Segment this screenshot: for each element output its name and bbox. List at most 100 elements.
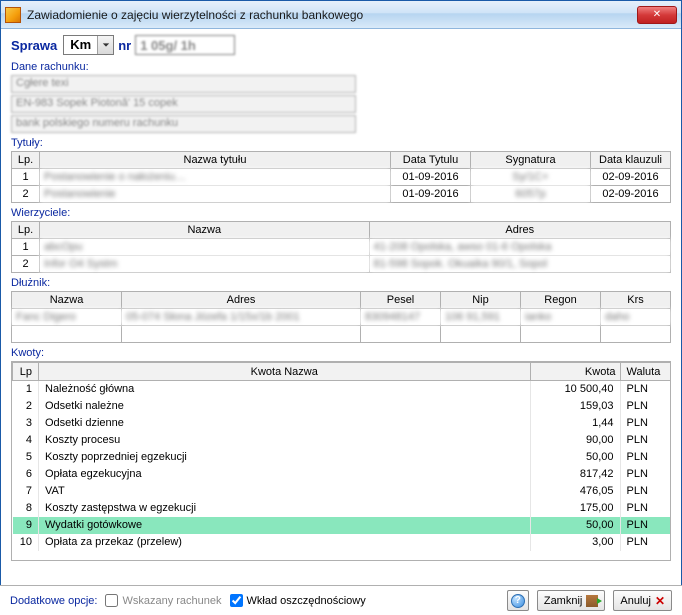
case-label: Sprawa [11, 38, 57, 53]
table-row[interactable]: 5Koszty poprzedniej egzekucji50,00PLN [13, 449, 671, 466]
cancel-button[interactable]: Anuluj ✕ [613, 590, 672, 611]
th-adres: Adres [369, 222, 671, 239]
cell-krs: daho [601, 309, 671, 326]
cell-nazwa: Wydatki gotówkowe [39, 517, 531, 534]
cell-waluta: PLN [620, 398, 670, 415]
footer-bar: Dodatkowe opcje: Wskazany rachunek Wkład… [0, 585, 682, 615]
table-row[interactable]: 1abcOpu41-208 Opolska, awso 01-6 Opolska [12, 239, 671, 256]
cancel-icon: ✕ [655, 594, 665, 608]
debtor-table[interactable]: Nazwa Adres Pesel Nip Regon Krs Fanc Dig… [11, 291, 671, 343]
cell-lp: 7 [13, 483, 39, 500]
cell-waluta: PLN [620, 432, 670, 449]
debtor-section-label: Dłużnik: [11, 277, 671, 289]
checkbox-label: Wskazany rachunek [122, 595, 221, 607]
cell-waluta: PLN [620, 500, 670, 517]
cell-kwota: 3,00 [530, 534, 620, 551]
titlebar: Zawiadomienie o zajęciu wierzytelności z… [1, 1, 681, 29]
amounts-table[interactable]: Lp Kwota Nazwa Kwota Waluta 1Należność g… [12, 362, 670, 551]
cell-nip: 106 91,591 [441, 309, 521, 326]
table-row[interactable]: 2Postanowienie01-09-20166057p02-09-2016 [12, 186, 671, 203]
cell-nazwa: Koszty poprzedniej egzekucji [39, 449, 531, 466]
cell-nazwa: Koszty procesu [39, 432, 531, 449]
cell-lp: 8 [13, 500, 39, 517]
table-row[interactable]: 2Odsetki należne159,03PLN [13, 398, 671, 415]
th-nazwa: Nazwa [12, 292, 122, 309]
account-section-label: Dane rachunku: [11, 61, 671, 73]
opt-wklad-oszczednosciowy[interactable]: Wkład oszczędnościowy [230, 594, 366, 607]
cell-data-klauzuli: 02-09-2016 [591, 186, 671, 203]
cell-nazwa: Fanc Digero [12, 309, 122, 326]
case-type-value: Km [64, 36, 97, 54]
cell-waluta: PLN [620, 483, 670, 500]
cell-lp: 2 [13, 398, 39, 415]
cell-pesel: 830948147 [361, 309, 441, 326]
button-label: Zamknij [544, 595, 583, 607]
creditors-section-label: Wierzyciele: [11, 207, 671, 219]
cell-adres: 05-074 Słona Józefa 1/15x/1b 2001 [122, 309, 361, 326]
th-kwota-nazwa: Kwota Nazwa [39, 363, 531, 381]
case-type-combo[interactable]: Km [63, 35, 114, 55]
table-row[interactable]: 1Należność główna10 500,40PLN [13, 381, 671, 398]
cell-nazwa: Infor O4 Systm [40, 256, 370, 273]
cell-nazwa: Odsetki dzienne [39, 415, 531, 432]
cell-data-tytulu: 01-09-2016 [391, 169, 471, 186]
th-kwota: Kwota [530, 363, 620, 381]
th-nip: Nip [441, 292, 521, 309]
cell-nazwa: Postanowienie o nałożeniu… [40, 169, 391, 186]
amounts-section-label: Kwoty: [11, 347, 671, 359]
window-close-button[interactable]: ✕ [637, 6, 677, 24]
creditors-table[interactable]: Lp. Nazwa Adres 1abcOpu41-208 Opolska, a… [11, 221, 671, 273]
th-nazwa-tytulu: Nazwa tytułu [40, 152, 391, 169]
th-krs: Krs [601, 292, 671, 309]
table-row[interactable]: 4Koszty procesu90,00PLN [13, 432, 671, 449]
th-regon: Regon [521, 292, 601, 309]
checkbox[interactable] [105, 594, 118, 607]
cell-kwota: 175,00 [530, 500, 620, 517]
cell-nazwa: Koszty zastępstwa w egzekucji [39, 500, 531, 517]
opt-wskazany-rachunek[interactable]: Wskazany rachunek [105, 594, 221, 607]
cell-data-klauzuli: 02-09-2016 [591, 169, 671, 186]
table-row[interactable]: 2Infor O4 Systm81-598 Sopok. Okuaika 90/… [12, 256, 671, 273]
cell-nazwa: Odsetki należne [39, 398, 531, 415]
door-exit-icon [586, 595, 598, 607]
table-row[interactable]: 6Opłata egzekucyjna817,42PLN [13, 466, 671, 483]
cell-nazwa: abcOpu [40, 239, 370, 256]
table-row[interactable]: 9Wydatki gotówkowe50,00PLN [13, 517, 671, 534]
window-title: Zawiadomienie o zajęciu wierzytelności z… [27, 8, 637, 22]
account-line-2: EN-983 Sopek Piotonă' 15 copek [11, 95, 356, 113]
cell-data-tytulu: 01-09-2016 [391, 186, 471, 203]
cell-waluta: PLN [620, 381, 670, 398]
table-row[interactable]: Fanc Digero 05-074 Słona Józefa 1/15x/1b… [12, 309, 671, 326]
titles-table[interactable]: Lp. Nazwa tytułu Data Tytulu Sygnatura D… [11, 151, 671, 203]
cell-kwota: 1,44 [530, 415, 620, 432]
checkbox[interactable] [230, 594, 243, 607]
cell-nazwa: Postanowienie [40, 186, 391, 203]
th-data-klauzuli: Data klauzuli [591, 152, 671, 169]
table-row[interactable]: 7VAT476,05PLN [13, 483, 671, 500]
cell-lp: 1 [13, 381, 39, 398]
cell-adres: 41-208 Opolska, awso 01-6 Opolska [369, 239, 671, 256]
cell-lp: 4 [13, 432, 39, 449]
cell-lp: 9 [13, 517, 39, 534]
table-row[interactable]: 8Koszty zastępstwa w egzekucji175,00PLN [13, 500, 671, 517]
cell-lp: 2 [12, 186, 40, 203]
cell-waluta: PLN [620, 449, 670, 466]
th-adres: Adres [122, 292, 361, 309]
help-button[interactable]: ? [507, 590, 529, 611]
th-waluta: Waluta [620, 363, 670, 381]
table-row[interactable]: 1Postanowienie o nałożeniu…01-09-2016Sy/… [12, 169, 671, 186]
table-row [12, 326, 671, 343]
account-line-1: Cgłere texi [11, 75, 356, 93]
th-pesel: Pesel [361, 292, 441, 309]
case-nr-input[interactable] [135, 35, 235, 55]
table-row[interactable]: 3Odsetki dzienne1,44PLN [13, 415, 671, 432]
th-lp: Lp. [12, 152, 40, 169]
case-nr-label: nr [118, 38, 131, 53]
table-row[interactable]: 10Opłata za przekaz (przelew)3,00PLN [13, 534, 671, 551]
cell-sygnatura: 6057p [471, 186, 591, 203]
cell-lp: 10 [13, 534, 39, 551]
cell-kwota: 476,05 [530, 483, 620, 500]
th-nazwa: Nazwa [40, 222, 370, 239]
close-button[interactable]: Zamknij [537, 590, 606, 611]
cell-waluta: PLN [620, 466, 670, 483]
